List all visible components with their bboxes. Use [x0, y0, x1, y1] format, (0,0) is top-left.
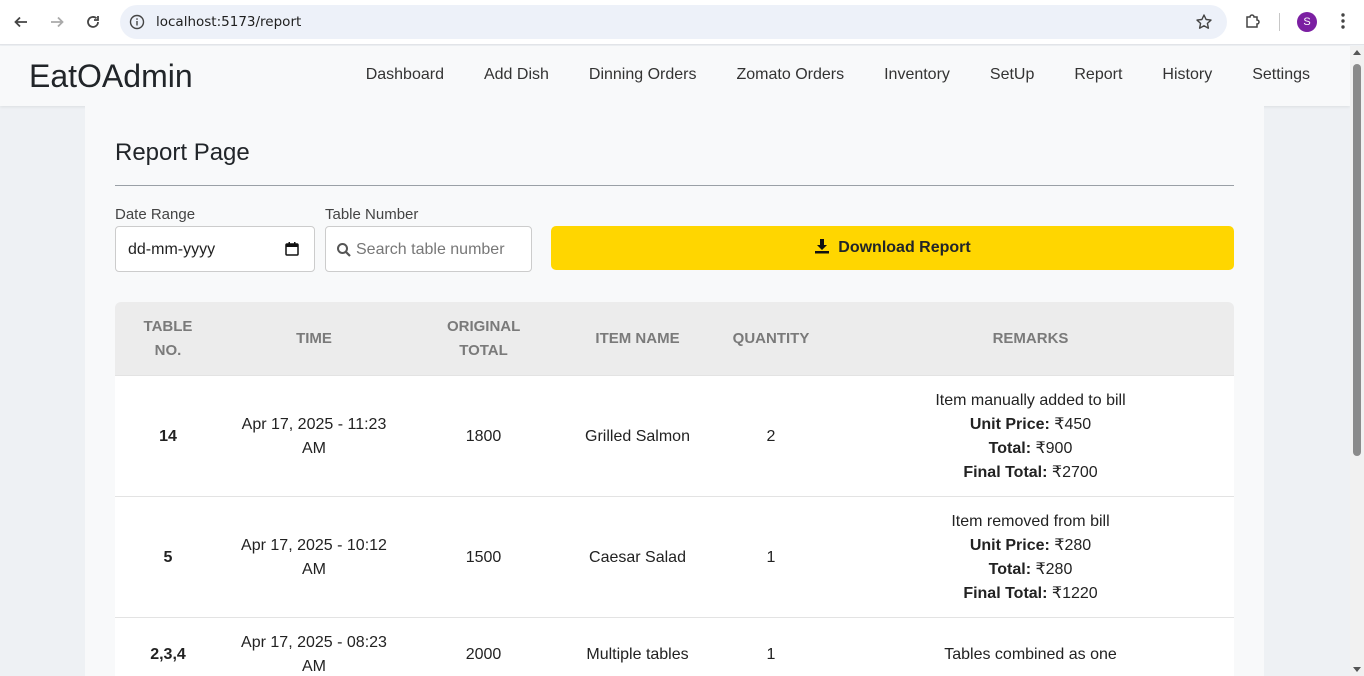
- final-total-line: Final Total: ₹2700: [963, 461, 1097, 485]
- final-total-label: Final Total:: [963, 463, 1048, 481]
- final-total-value: ₹2700: [1047, 463, 1098, 481]
- report-card: Report Page Date Range dd-mm-yyyy Table …: [85, 106, 1264, 676]
- back-arrow-icon[interactable]: [10, 11, 32, 33]
- table-number-search-input[interactable]: Search table number: [325, 226, 532, 272]
- bookmark-star-icon[interactable]: [1195, 13, 1213, 36]
- header-original-total: ORIGINAL TOTAL: [446, 317, 521, 359]
- cell-time: Apr 17, 2025 - 08:23 AM: [241, 634, 387, 675]
- cell-original-total: 1500: [465, 548, 502, 566]
- reload-icon[interactable]: [82, 11, 104, 33]
- toolbar-separator: [1279, 13, 1280, 31]
- unit-price-value: ₹280: [1049, 536, 1092, 554]
- header-table-no: TABLE NO.: [143, 317, 193, 359]
- nav-dinning-orders[interactable]: Dinning Orders: [589, 66, 697, 84]
- site-info-icon[interactable]: [129, 14, 145, 35]
- nav-zomato-orders[interactable]: Zomato Orders: [737, 66, 845, 84]
- total-line: Total: ₹900: [989, 437, 1073, 461]
- date-range-input[interactable]: dd-mm-yyyy: [115, 226, 315, 272]
- cell-time: Apr 17, 2025 - 10:12 AM: [241, 536, 387, 578]
- cell-remarks: Item manually added to bill Unit Price: …: [827, 376, 1234, 497]
- table-number-label: Table Number: [325, 206, 419, 223]
- date-range-label: Date Range: [115, 206, 196, 223]
- cell-table-no: 5: [163, 548, 173, 566]
- remark-text: Item removed from bill: [951, 512, 1110, 530]
- profile-avatar[interactable]: S: [1297, 12, 1317, 32]
- header-time: TIME: [296, 329, 332, 347]
- app-navbar: EatOAdmin Dashboard Add Dish Dinning Ord…: [0, 46, 1350, 106]
- final-total-label: Final Total:: [963, 584, 1048, 602]
- download-report-label: Download Report: [838, 239, 971, 256]
- url-text: localhost:5173/report: [156, 14, 302, 30]
- cell-item-name: Caesar Salad: [589, 548, 686, 566]
- cell-item-name: Grilled Salmon: [585, 427, 690, 445]
- page-title: Report Page: [115, 139, 250, 166]
- report-table: TABLE NO. TIME ORIGINAL TOTAL ITEM NAME …: [115, 302, 1234, 676]
- total-value: ₹280: [1031, 560, 1073, 578]
- kebab-menu-icon[interactable]: [1333, 11, 1353, 36]
- table-row: 14 Apr 17, 2025 - 11:23 AM 1800 Grilled …: [115, 375, 1234, 496]
- cell-quantity: 1: [766, 548, 776, 566]
- date-placeholder: dd-mm-yyyy: [128, 241, 216, 258]
- header-remarks: REMARKS: [992, 329, 1069, 347]
- download-report-button[interactable]: Download Report: [551, 226, 1234, 270]
- title-divider: [115, 185, 1234, 186]
- unit-price-line: Unit Price: ₹450: [970, 413, 1091, 437]
- nav-inventory[interactable]: Inventory: [884, 66, 950, 84]
- nav-report[interactable]: Report: [1074, 66, 1122, 84]
- total-value: ₹900: [1031, 439, 1073, 457]
- extensions-puzzle-icon[interactable]: [1243, 11, 1263, 36]
- cell-quantity: 2: [766, 427, 776, 445]
- total-line: Total: ₹280: [989, 558, 1073, 582]
- scrollbar-thumb[interactable]: [1353, 64, 1361, 456]
- nav-setup[interactable]: SetUp: [990, 66, 1034, 84]
- cell-original-total: 1800: [465, 427, 502, 445]
- cell-remarks: Item removed from bill Unit Price: ₹280 …: [827, 497, 1234, 618]
- forward-arrow-icon[interactable]: [46, 11, 68, 33]
- cell-item-name: Multiple tables: [586, 646, 689, 663]
- remark-text: Item manually added to bill: [935, 391, 1126, 409]
- final-total-value: ₹1220: [1047, 584, 1098, 602]
- page-scrollbar[interactable]: [1350, 46, 1364, 676]
- table-row: 2,3,4 Apr 17, 2025 - 08:23 AM 2000 Multi…: [115, 617, 1234, 676]
- cell-table-no: 14: [159, 427, 177, 445]
- table-header: TABLE NO. TIME ORIGINAL TOTAL ITEM NAME …: [115, 302, 1234, 375]
- total-label: Total:: [988, 439, 1032, 457]
- nav-settings[interactable]: Settings: [1252, 66, 1310, 84]
- brand-logo[interactable]: EatOAdmin: [29, 58, 193, 95]
- nav-add-dish[interactable]: Add Dish: [484, 66, 549, 84]
- unit-price-line: Unit Price: ₹280: [970, 534, 1091, 558]
- cell-table-no: 2,3,4: [150, 646, 186, 663]
- cell-time: Apr 17, 2025 - 11:23 AM: [241, 415, 387, 457]
- unit-price-value: ₹450: [1049, 415, 1092, 433]
- calendar-icon[interactable]: [284, 241, 300, 262]
- nav-history[interactable]: History: [1162, 66, 1212, 84]
- total-label: Total:: [988, 560, 1032, 578]
- nav-dashboard[interactable]: Dashboard: [366, 66, 444, 84]
- cell-quantity: 1: [766, 646, 776, 663]
- table-row: 5 Apr 17, 2025 - 10:12 AM 1500 Caesar Sa…: [115, 496, 1234, 617]
- search-icon: [336, 242, 352, 263]
- unit-price-label: Unit Price:: [969, 415, 1050, 433]
- cell-original-total: 2000: [465, 646, 502, 663]
- browser-toolbar: localhost:5173/report S: [0, 0, 1364, 45]
- scroll-down-arrow-icon[interactable]: [1353, 667, 1361, 672]
- header-quantity: QUANTITY: [732, 329, 810, 347]
- nav-links: Dashboard Add Dish Dinning Orders Zomato…: [326, 66, 1310, 84]
- scroll-up-arrow-icon[interactable]: [1353, 50, 1361, 55]
- unit-price-label: Unit Price:: [969, 536, 1050, 554]
- cell-remarks: Tables combined as one: [944, 646, 1117, 663]
- header-item-name: ITEM NAME: [595, 329, 680, 347]
- download-icon: [814, 238, 830, 259]
- final-total-line: Final Total: ₹1220: [963, 582, 1097, 606]
- address-bar[interactable]: localhost:5173/report: [120, 5, 1227, 39]
- search-placeholder: Search table number: [356, 241, 505, 258]
